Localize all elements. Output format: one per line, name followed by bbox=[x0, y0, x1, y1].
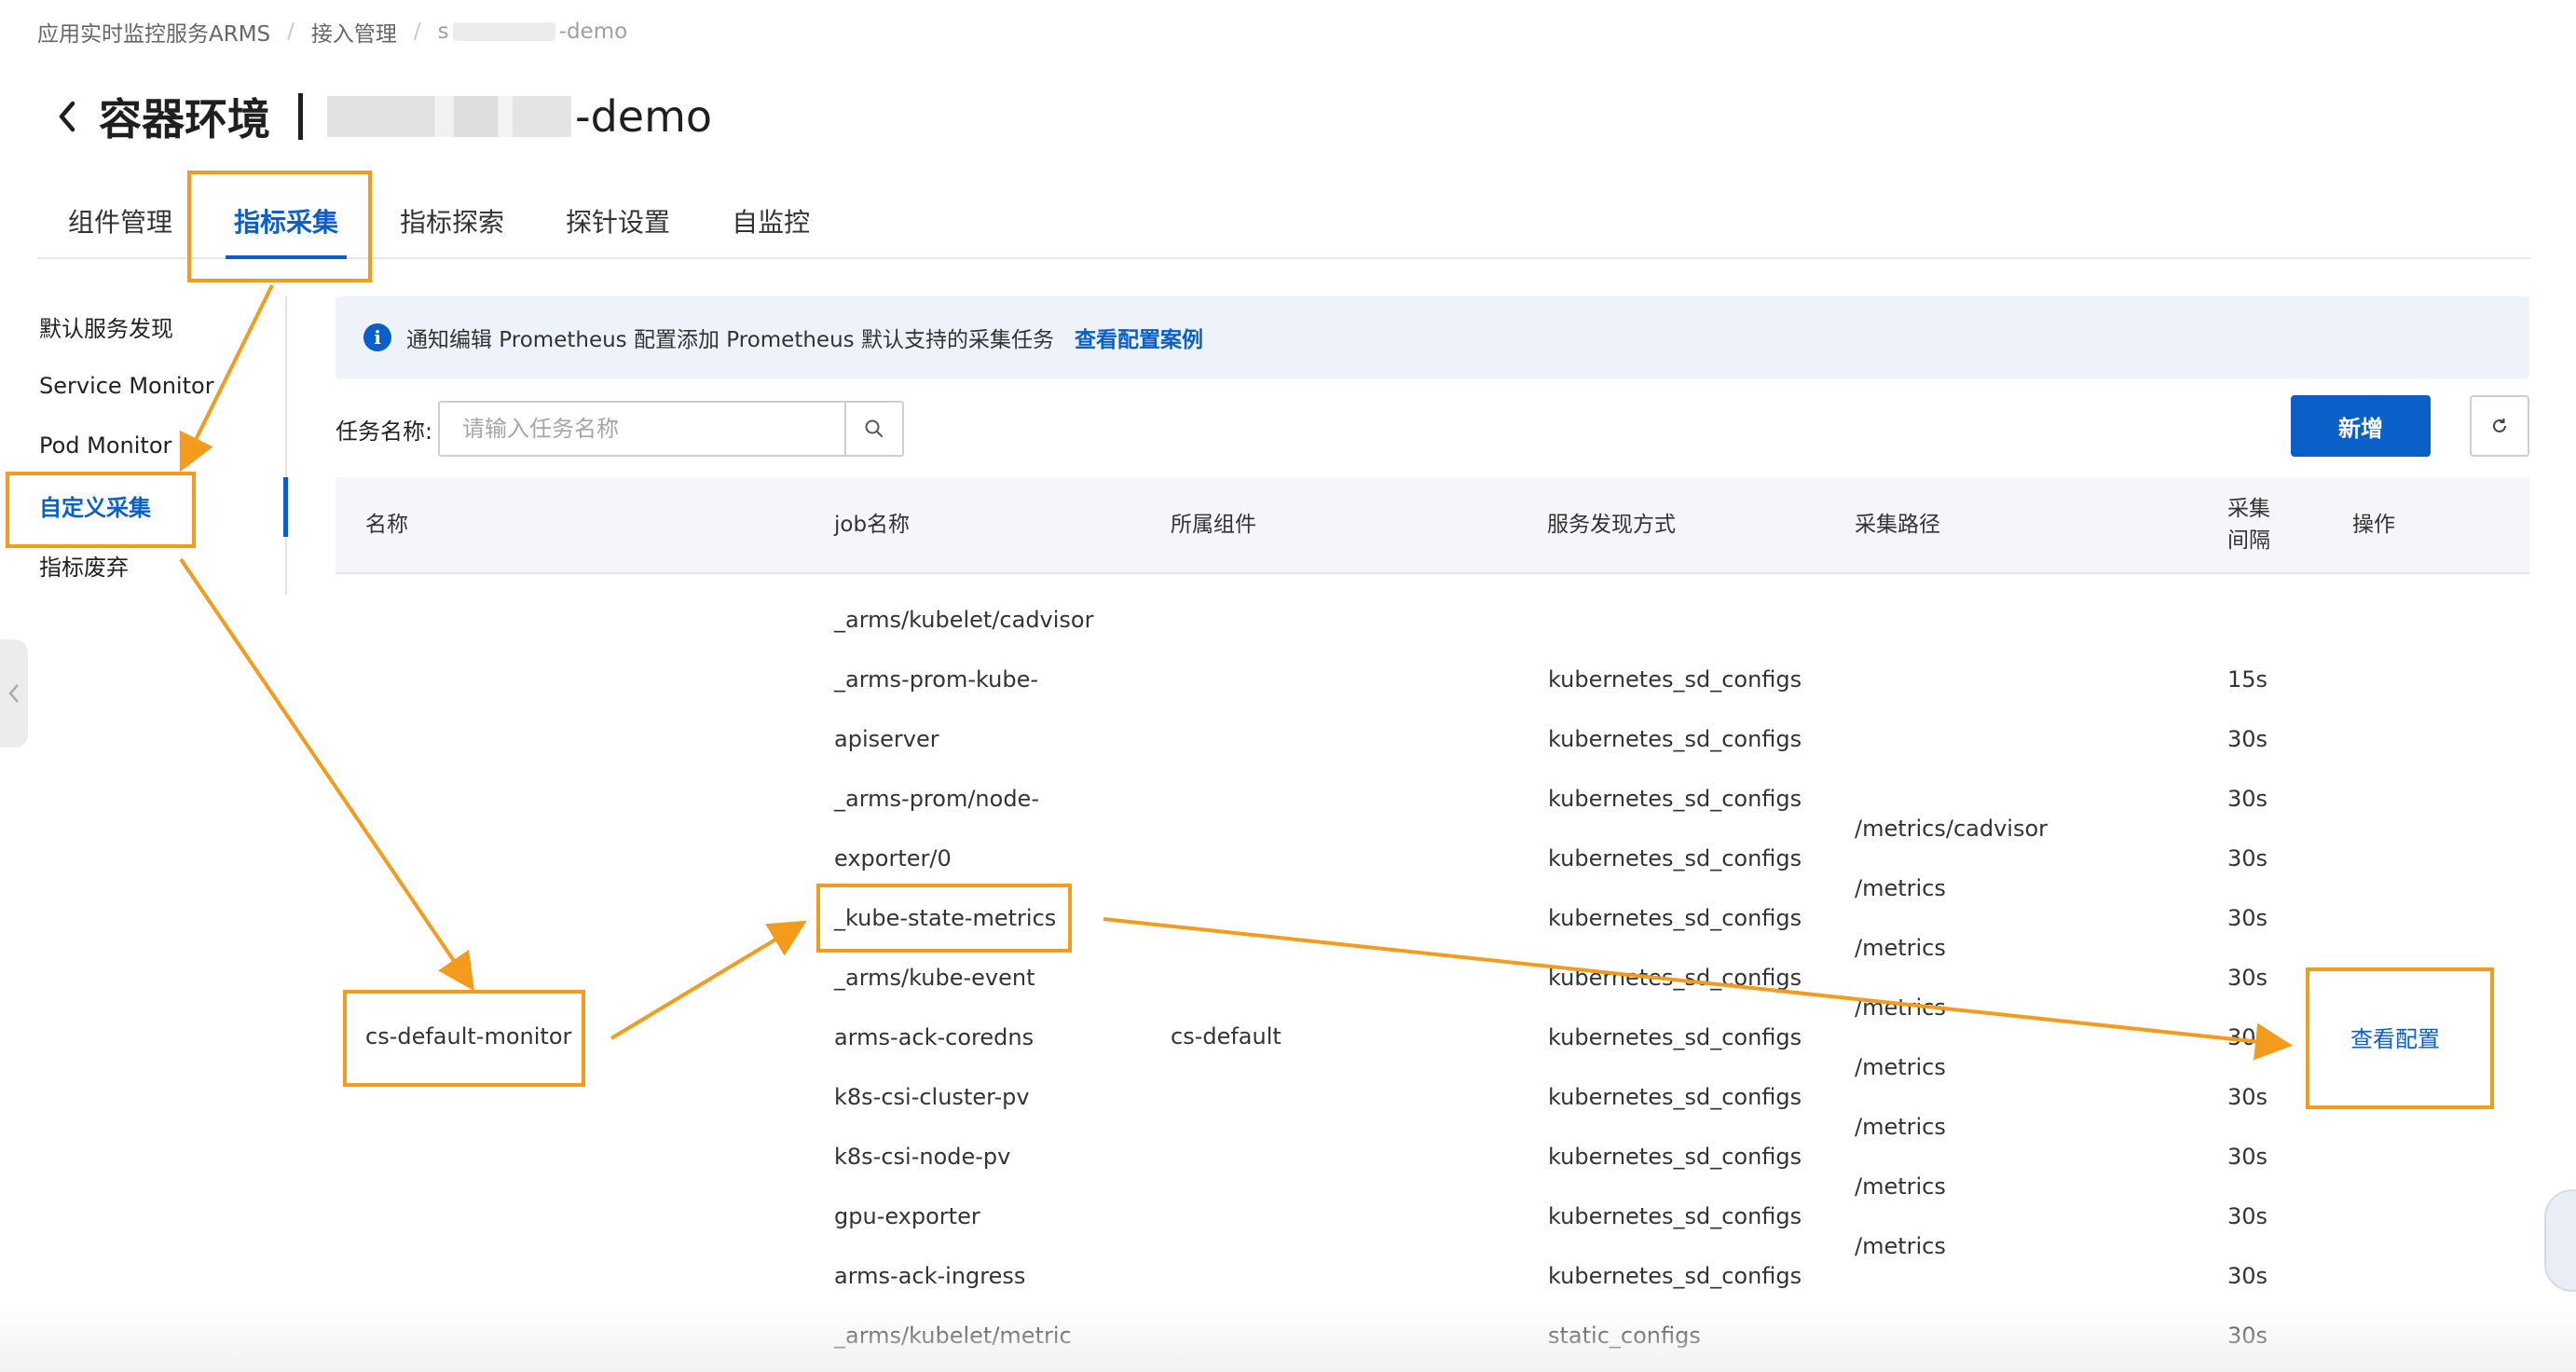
annotation-arrows bbox=[179, 284, 2293, 1061]
arrow-job-to-config bbox=[1103, 917, 2293, 1061]
arrow-monitor-to-job bbox=[610, 920, 807, 1040]
floating-helper-widget[interactable] bbox=[2544, 1189, 2576, 1292]
bottom-fade bbox=[0, 1305, 2576, 1372]
arrow-tab-to-sidenav bbox=[179, 284, 274, 473]
page: 应用实时监控服务ARMS / 接入管理 / s -demo 容器环境 -demo… bbox=[0, 0, 2576, 1372]
arrow-sidenav-to-monitor bbox=[179, 557, 474, 992]
